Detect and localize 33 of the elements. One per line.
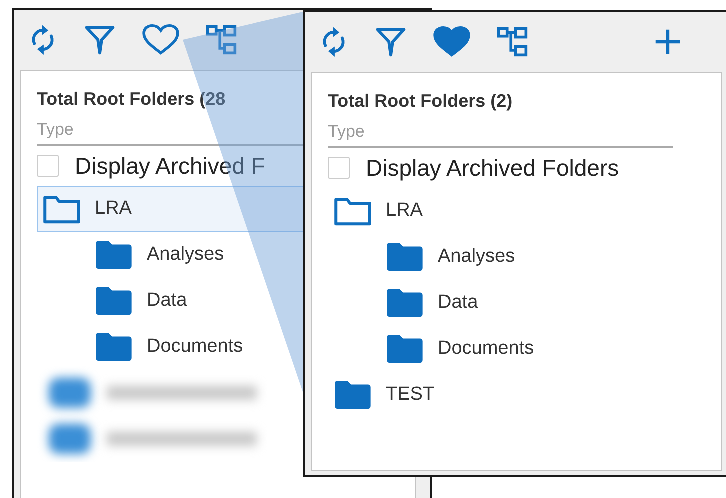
heart-icon[interactable] — [433, 26, 471, 58]
folder-item[interactable]: Data — [380, 280, 688, 326]
folder-icon — [386, 242, 424, 272]
folder-icon — [95, 286, 133, 316]
folder-item[interactable]: Analyses — [89, 232, 303, 278]
hierarchy-icon[interactable] — [206, 24, 238, 56]
folder-item[interactable]: Documents — [380, 326, 688, 372]
hierarchy-icon[interactable] — [497, 26, 529, 58]
checkbox[interactable] — [37, 155, 59, 177]
folder-outline-icon — [43, 194, 81, 224]
folder-item[interactable]: LRA — [37, 186, 303, 232]
checkbox[interactable] — [328, 157, 350, 179]
folder-icon — [334, 380, 372, 410]
filter-icon[interactable] — [375, 26, 407, 58]
panel-title: Total Root Folders (2) — [328, 91, 513, 112]
folder-icon — [386, 288, 424, 318]
type-field[interactable]: Type — [37, 112, 303, 146]
add-icon[interactable] — [654, 28, 682, 56]
panel-title: Total Root Folders (28 — [37, 89, 226, 110]
heart-icon[interactable] — [142, 24, 180, 56]
folder-item[interactable]: TEST — [328, 372, 688, 418]
filter-icon[interactable] — [84, 24, 116, 56]
folder-item[interactable]: Documents — [89, 324, 303, 370]
folder-icon — [95, 332, 133, 362]
folder-item[interactable]: Analyses — [380, 234, 688, 280]
checkbox-label: Display Archived Folders — [366, 154, 620, 182]
folder-icon — [386, 334, 424, 364]
folder-icon — [95, 240, 133, 270]
folder-item[interactable]: Data — [89, 278, 303, 324]
folder-outline-icon — [334, 196, 372, 226]
checkbox-label: Display Archived F — [75, 152, 266, 180]
folder-item[interactable]: LRA — [328, 188, 688, 234]
type-field[interactable]: Type — [328, 114, 673, 148]
